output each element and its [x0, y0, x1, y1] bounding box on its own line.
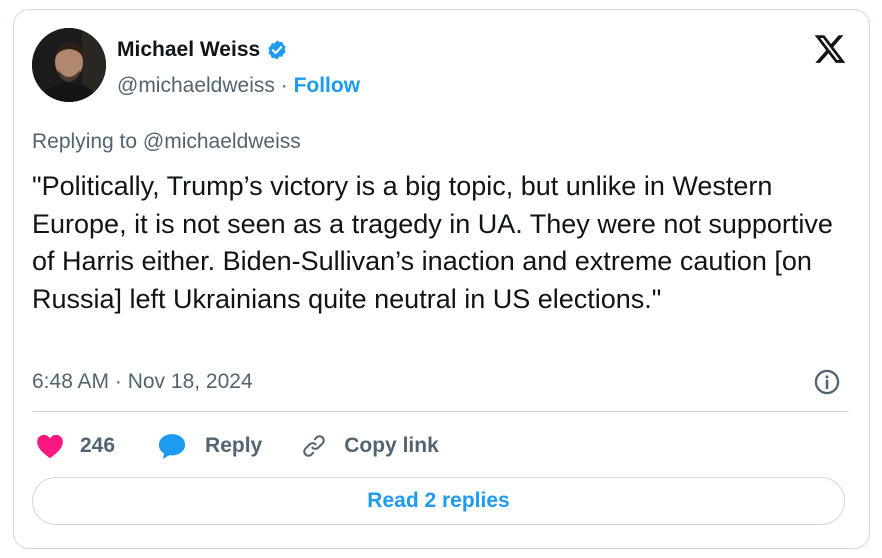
copy-link-button[interactable]: Copy link: [300, 432, 439, 460]
tweet-actions: 246 Reply Copy link: [36, 428, 439, 464]
reply-button[interactable]: Reply: [157, 432, 262, 460]
tweet-text: "Politically, Trump’s victory is a big t…: [32, 171, 833, 314]
info-icon[interactable]: [813, 368, 841, 396]
copy-link-label: Copy link: [344, 434, 439, 457]
embedded-tweet-card: Michael Weiss @michaeldweiss · Follow Re…: [13, 9, 870, 549]
handle-separator: ·: [280, 74, 288, 97]
replying-to-line: Replying to @michaeldweiss: [32, 130, 301, 154]
like-button[interactable]: 246: [36, 433, 115, 459]
author-handle[interactable]: @michaeldweiss: [117, 74, 275, 97]
x-logo-icon[interactable]: [813, 32, 847, 66]
read-replies-button[interactable]: Read 2 replies: [32, 477, 845, 525]
reply-label: Reply: [205, 434, 263, 457]
avatar[interactable]: [32, 28, 106, 102]
author-name-row: Michael Weiss: [117, 38, 288, 62]
verified-badge-icon: [268, 40, 286, 60]
speech-bubble-icon: [158, 434, 186, 459]
avatar-image: [32, 28, 106, 102]
author-handle-row: @michaeldweiss · Follow: [117, 74, 360, 98]
author-name[interactable]: Michael Weiss: [117, 38, 260, 62]
follow-button[interactable]: Follow: [294, 74, 361, 97]
like-count: 246: [80, 434, 116, 457]
link-icon: [303, 435, 326, 457]
replying-to-handle[interactable]: @michaeldweiss: [143, 130, 301, 153]
divider: [32, 411, 849, 412]
tweet-timestamp[interactable]: 6:48 AM · Nov 18, 2024: [32, 370, 253, 394]
replying-prefix: Replying to: [32, 130, 138, 153]
heart-icon: [37, 434, 63, 459]
